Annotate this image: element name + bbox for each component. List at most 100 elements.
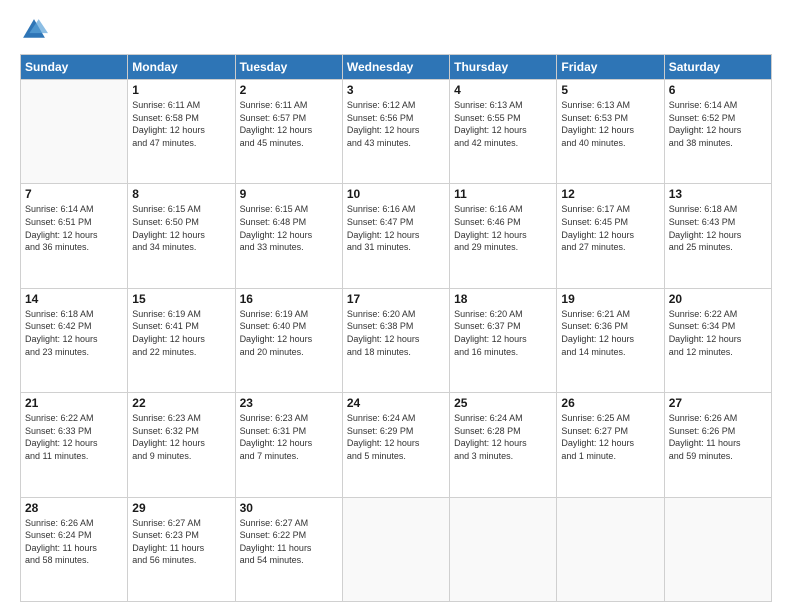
day-info: Sunrise: 6:13 AM Sunset: 6:53 PM Dayligh… [561, 99, 659, 149]
day-number: 28 [25, 501, 123, 515]
day-number: 17 [347, 292, 445, 306]
day-info: Sunrise: 6:25 AM Sunset: 6:27 PM Dayligh… [561, 412, 659, 462]
day-number: 25 [454, 396, 552, 410]
calendar-week-row: 28 Sunrise: 6:26 AM Sunset: 6:24 PM Dayli… [21, 497, 772, 601]
day-info: Sunrise: 6:22 AM Sunset: 6:33 PM Dayligh… [25, 412, 123, 462]
calendar-cell: 15Sunrise: 6:19 AM Sunset: 6:41 PM Dayli… [128, 288, 235, 392]
calendar-week-row: 7 Sunrise: 6:14 AM Sunset: 6:51 PM Daylig… [21, 184, 772, 288]
day-info: Sunrise: 6:20 AM Sunset: 6:38 PM Dayligh… [347, 308, 445, 358]
day-number: 8 [132, 187, 230, 201]
day-info: Sunrise: 6:14 AM Sunset: 6:52 PM Dayligh… [669, 99, 767, 149]
calendar-cell: 10 Sunrise: 6:16 AM Sunset: 6:47 PM Dayli… [342, 184, 449, 288]
day-number: 10 [347, 187, 445, 201]
weekday-header-sunday: Sunday [21, 55, 128, 80]
calendar-cell: 4 Sunrise: 6:13 AM Sunset: 6:55 PM Daylig… [450, 80, 557, 184]
day-info: Sunrise: 6:17 AM Sunset: 6:45 PM Dayligh… [561, 203, 659, 253]
day-info: Sunrise: 6:15 AM Sunset: 6:50 PM Dayligh… [132, 203, 230, 253]
day-number: 12 [561, 187, 659, 201]
calendar-cell: 13 Sunrise: 6:18 AM Sunset: 6:43 PM Dayli… [664, 184, 771, 288]
page: SundayMondayTuesdayWednesdayThursdayFrid… [0, 0, 792, 612]
calendar-cell: 5Sunrise: 6:13 AM Sunset: 6:53 PM Daylig… [557, 80, 664, 184]
logo-icon [20, 16, 48, 44]
calendar-cell: 30 Sunrise: 6:27 AM Sunset: 6:22 PM Dayli… [235, 497, 342, 601]
day-info: Sunrise: 6:20 AM Sunset: 6:37 PM Dayligh… [454, 308, 552, 358]
day-info: Sunrise: 6:16 AM Sunset: 6:46 PM Dayligh… [454, 203, 552, 253]
calendar-week-row: 1 Sunrise: 6:11 AM Sunset: 6:58 PM Daylig… [21, 80, 772, 184]
header [20, 16, 772, 44]
calendar-cell: 27 Sunrise: 6:26 AM Sunset: 6:26 PM Dayli… [664, 393, 771, 497]
calendar-cell: 24 Sunrise: 6:24 AM Sunset: 6:29 PM Dayli… [342, 393, 449, 497]
day-info: Sunrise: 6:24 AM Sunset: 6:28 PM Dayligh… [454, 412, 552, 462]
day-number: 29 [132, 501, 230, 515]
calendar-cell: 2Sunrise: 6:11 AM Sunset: 6:57 PM Daylig… [235, 80, 342, 184]
calendar-cell [21, 80, 128, 184]
day-number: 1 [132, 83, 230, 97]
day-info: Sunrise: 6:26 AM Sunset: 6:26 PM Dayligh… [669, 412, 767, 462]
calendar-cell: 18 Sunrise: 6:20 AM Sunset: 6:37 PM Dayli… [450, 288, 557, 392]
weekday-header-wednesday: Wednesday [342, 55, 449, 80]
day-info: Sunrise: 6:15 AM Sunset: 6:48 PM Dayligh… [240, 203, 338, 253]
day-info: Sunrise: 6:27 AM Sunset: 6:22 PM Dayligh… [240, 517, 338, 567]
day-info: Sunrise: 6:22 AM Sunset: 6:34 PM Dayligh… [669, 308, 767, 358]
day-number: 13 [669, 187, 767, 201]
calendar-cell [342, 497, 449, 601]
weekday-header-tuesday: Tuesday [235, 55, 342, 80]
calendar-week-row: 21 Sunrise: 6:22 AM Sunset: 6:33 PM Dayli… [21, 393, 772, 497]
day-number: 9 [240, 187, 338, 201]
calendar-week-row: 14Sunrise: 6:18 AM Sunset: 6:42 PM Dayli… [21, 288, 772, 392]
day-info: Sunrise: 6:19 AM Sunset: 6:40 PM Dayligh… [240, 308, 338, 358]
day-number: 11 [454, 187, 552, 201]
day-info: Sunrise: 6:11 AM Sunset: 6:58 PM Dayligh… [132, 99, 230, 149]
calendar-cell: 3 Sunrise: 6:12 AM Sunset: 6:56 PM Daylig… [342, 80, 449, 184]
day-number: 4 [454, 83, 552, 97]
day-number: 6 [669, 83, 767, 97]
day-number: 18 [454, 292, 552, 306]
day-info: Sunrise: 6:12 AM Sunset: 6:56 PM Dayligh… [347, 99, 445, 149]
calendar-cell: 26 Sunrise: 6:25 AM Sunset: 6:27 PM Dayli… [557, 393, 664, 497]
day-number: 16 [240, 292, 338, 306]
calendar-cell: 14Sunrise: 6:18 AM Sunset: 6:42 PM Dayli… [21, 288, 128, 392]
day-number: 15 [132, 292, 230, 306]
day-number: 23 [240, 396, 338, 410]
day-number: 14 [25, 292, 123, 306]
day-number: 24 [347, 396, 445, 410]
day-number: 7 [25, 187, 123, 201]
day-number: 22 [132, 396, 230, 410]
day-info: Sunrise: 6:16 AM Sunset: 6:47 PM Dayligh… [347, 203, 445, 253]
day-info: Sunrise: 6:24 AM Sunset: 6:29 PM Dayligh… [347, 412, 445, 462]
day-number: 30 [240, 501, 338, 515]
calendar-cell: 7 Sunrise: 6:14 AM Sunset: 6:51 PM Daylig… [21, 184, 128, 288]
day-number: 19 [561, 292, 659, 306]
calendar-cell: 19Sunrise: 6:21 AM Sunset: 6:36 PM Dayli… [557, 288, 664, 392]
logo [20, 16, 52, 44]
calendar-cell: 22 Sunrise: 6:23 AM Sunset: 6:32 PM Dayli… [128, 393, 235, 497]
day-number: 20 [669, 292, 767, 306]
day-number: 26 [561, 396, 659, 410]
calendar-cell: 25 Sunrise: 6:24 AM Sunset: 6:28 PM Dayli… [450, 393, 557, 497]
calendar-cell: 28 Sunrise: 6:26 AM Sunset: 6:24 PM Dayli… [21, 497, 128, 601]
weekday-header-thursday: Thursday [450, 55, 557, 80]
day-number: 3 [347, 83, 445, 97]
calendar-cell: 12 Sunrise: 6:17 AM Sunset: 6:45 PM Dayli… [557, 184, 664, 288]
day-info: Sunrise: 6:14 AM Sunset: 6:51 PM Dayligh… [25, 203, 123, 253]
calendar-table: SundayMondayTuesdayWednesdayThursdayFrid… [20, 54, 772, 602]
calendar-cell: 1 Sunrise: 6:11 AM Sunset: 6:58 PM Daylig… [128, 80, 235, 184]
calendar-cell [450, 497, 557, 601]
day-info: Sunrise: 6:23 AM Sunset: 6:32 PM Dayligh… [132, 412, 230, 462]
calendar-cell: 20 Sunrise: 6:22 AM Sunset: 6:34 PM Dayli… [664, 288, 771, 392]
day-info: Sunrise: 6:18 AM Sunset: 6:43 PM Dayligh… [669, 203, 767, 253]
calendar-cell [557, 497, 664, 601]
calendar-cell: 9 Sunrise: 6:15 AM Sunset: 6:48 PM Daylig… [235, 184, 342, 288]
calendar-cell: 11 Sunrise: 6:16 AM Sunset: 6:46 PM Dayli… [450, 184, 557, 288]
calendar-cell: 29Sunrise: 6:27 AM Sunset: 6:23 PM Dayli… [128, 497, 235, 601]
weekday-header-friday: Friday [557, 55, 664, 80]
calendar-cell: 17 Sunrise: 6:20 AM Sunset: 6:38 PM Dayli… [342, 288, 449, 392]
day-info: Sunrise: 6:23 AM Sunset: 6:31 PM Dayligh… [240, 412, 338, 462]
day-info: Sunrise: 6:13 AM Sunset: 6:55 PM Dayligh… [454, 99, 552, 149]
calendar-cell: 6 Sunrise: 6:14 AM Sunset: 6:52 PM Daylig… [664, 80, 771, 184]
day-number: 27 [669, 396, 767, 410]
calendar-cell: 23 Sunrise: 6:23 AM Sunset: 6:31 PM Dayli… [235, 393, 342, 497]
day-number: 21 [25, 396, 123, 410]
calendar-cell: 16 Sunrise: 6:19 AM Sunset: 6:40 PM Dayli… [235, 288, 342, 392]
day-info: Sunrise: 6:26 AM Sunset: 6:24 PM Dayligh… [25, 517, 123, 567]
